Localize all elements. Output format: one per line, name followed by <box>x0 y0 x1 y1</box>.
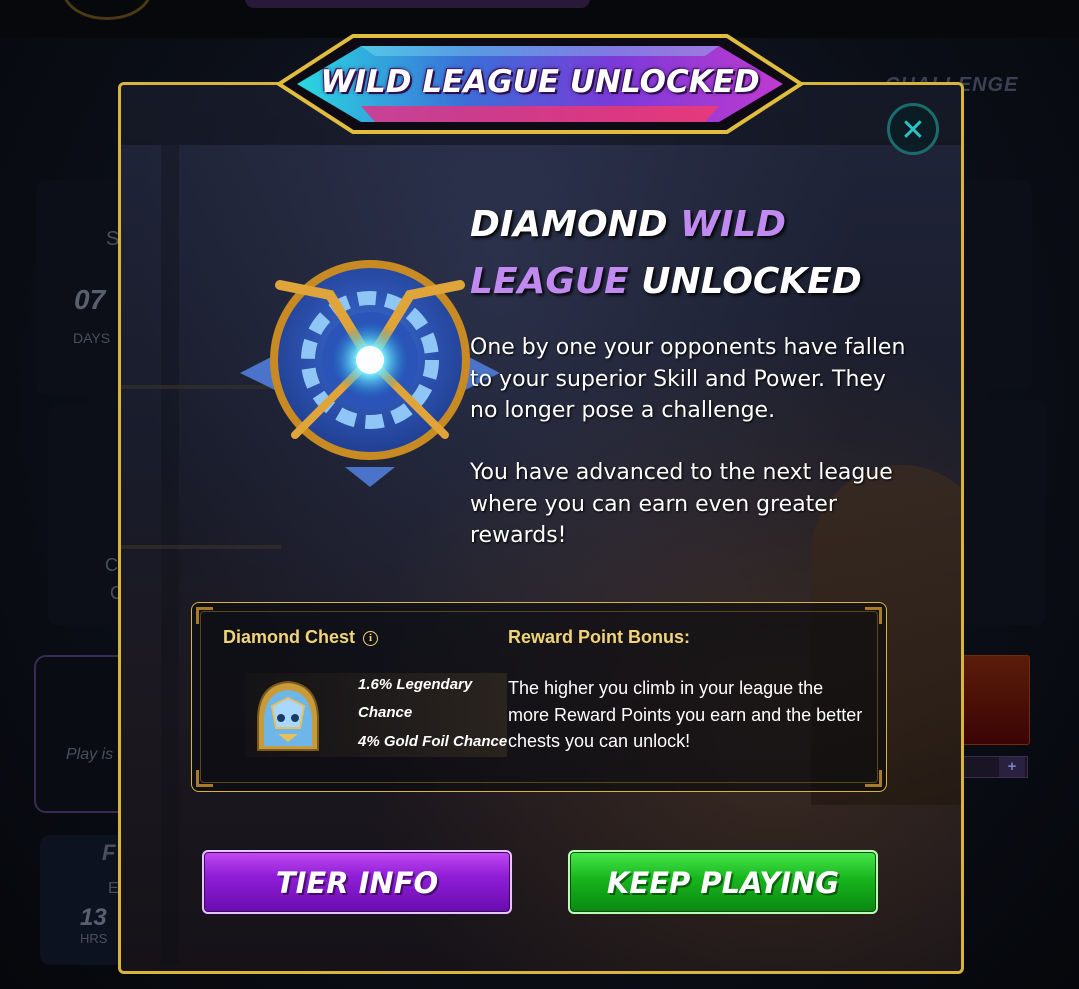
description-paragraph-1: One by one your opponents have fallen to… <box>470 335 906 423</box>
gold-foil-chance: 4% Gold Foil Chance <box>358 733 508 750</box>
info-icon[interactable]: i <box>363 631 378 646</box>
right-plus-bar: + <box>960 756 1028 778</box>
corner-ornament <box>865 770 882 787</box>
room-pillar-left <box>161 145 179 965</box>
tier-info-button[interactable]: TIER INFO <box>202 850 512 914</box>
legendary-chance-line2: Chance <box>358 704 413 721</box>
hours-label: HRS <box>80 931 108 946</box>
diamond-chest-icon <box>257 680 319 751</box>
banner-title: WILD LEAGUE UNLOCKED <box>320 64 760 100</box>
right-panel-2 <box>960 400 1046 625</box>
corner-ornament <box>865 607 882 624</box>
close-icon: ✕ <box>900 113 926 148</box>
headline-part-diamond: DIAMOND <box>470 204 681 245</box>
play-text: Play is <box>66 746 114 763</box>
right-red-box <box>960 655 1030 745</box>
reward-point-bonus-title: Reward Point Bonus: <box>508 627 691 647</box>
bottom-stub-f: F <box>102 840 116 865</box>
reward-point-bonus-text: The higher you climb in your league the … <box>508 678 863 751</box>
headline-part-league: LEAGUE <box>470 261 629 302</box>
right-panel <box>960 180 1032 390</box>
headline-part-unlocked: UNLOCKED <box>628 261 862 302</box>
keep-playing-button[interactable]: KEEP PLAYING <box>568 850 878 914</box>
hours-value: 13 <box>80 904 107 931</box>
side-stub-c1: C <box>105 555 118 575</box>
corner-ornament <box>196 770 213 787</box>
days-label: DAYS <box>73 330 111 346</box>
room-shelf <box>121 545 281 549</box>
chest-title: Diamond Chest <box>223 627 356 647</box>
description-paragraph-2: You have advanced to the next league whe… <box>470 460 893 548</box>
legendary-chance-line1: 1.6% Legendary <box>358 676 473 693</box>
corner-ornament <box>196 607 213 624</box>
close-button[interactable]: ✕ <box>887 103 939 155</box>
top-progress-pill <box>245 0 590 8</box>
league-headline: DIAMOND WILD LEAGUE UNLOCKED <box>470 196 890 310</box>
plus-button[interactable]: + <box>999 757 1025 777</box>
days-value: 07 <box>74 284 106 315</box>
league-emblem-icon <box>240 260 500 487</box>
headline-part-wild: WILD <box>680 204 787 245</box>
modal-banner: WILD LEAGUE UNLOCKED <box>275 34 805 138</box>
